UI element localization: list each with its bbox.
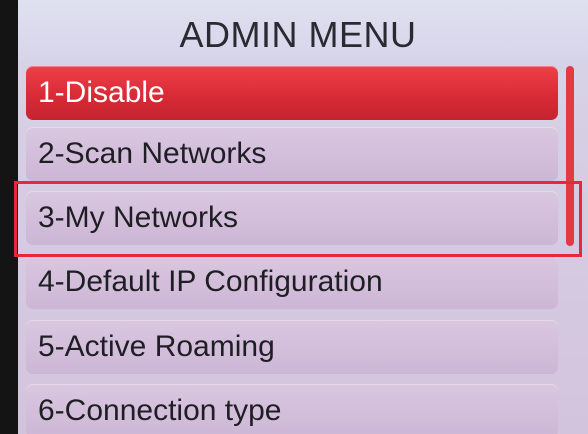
menu-item-label: 6-Connection type	[38, 394, 282, 427]
header-bar: ADMIN MENU	[18, 0, 588, 60]
page-title: ADMIN MENU	[179, 14, 417, 55]
menu-item-default-ip-configuration[interactable]: 4-Default IP Configuration	[26, 255, 558, 309]
menu-item-active-roaming[interactable]: 5-Active Roaming	[26, 320, 558, 374]
menu-item-label: 5-Active Roaming	[38, 330, 275, 363]
menu-item-label: 2-Scan Networks	[38, 137, 267, 170]
menu-item-label: 4-Default IP Configuration	[38, 265, 383, 298]
menu-item-label: 1-Disable	[38, 76, 165, 109]
highlight-outline	[14, 181, 582, 257]
menu-item-disable[interactable]: 1-Disable	[26, 66, 558, 120]
menu-item-connection-type[interactable]: 6-Connection type	[26, 384, 558, 434]
menu-item-scan-networks[interactable]: 2-Scan Networks	[26, 127, 558, 181]
